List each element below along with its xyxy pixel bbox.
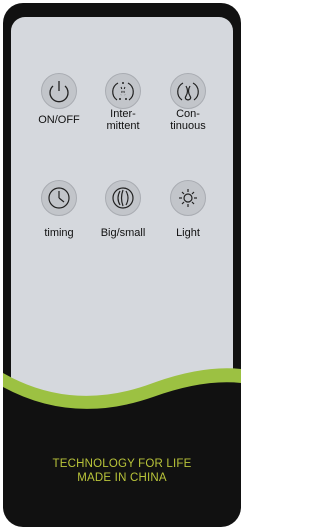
intermittent-label: Inter- mittent (106, 108, 140, 132)
timing-button[interactable] (41, 180, 77, 216)
light-button[interactable] (170, 180, 206, 216)
intermittent-button[interactable] (105, 73, 141, 109)
big-small-button[interactable] (105, 180, 141, 216)
big-small-label: Big/small (100, 227, 146, 239)
intermittent-icon (112, 82, 134, 101)
remote-control: ON/OFF Inter- mittent Con- tinuous timin… (3, 3, 241, 527)
timing-label: timing (44, 227, 74, 239)
light-icon (179, 189, 197, 207)
power-icon (49, 81, 69, 103)
green-wave (3, 368, 241, 443)
continuous-button[interactable] (170, 73, 206, 109)
continuous-icon (177, 82, 199, 101)
power-label: ON/OFF (38, 114, 80, 126)
clock-icon (48, 187, 70, 209)
mist-size-icon (112, 187, 134, 209)
footer-line-1: TECHNOLOGY FOR LIFE (52, 458, 192, 470)
continuous-label: Con- tinuous (170, 108, 206, 132)
footer-line-2: MADE IN CHINA (77, 472, 167, 484)
button-panel: ON/OFF Inter- mittent Con- tinuous timin… (11, 17, 233, 397)
light-label: Light (176, 227, 200, 239)
power-button[interactable] (41, 73, 77, 109)
